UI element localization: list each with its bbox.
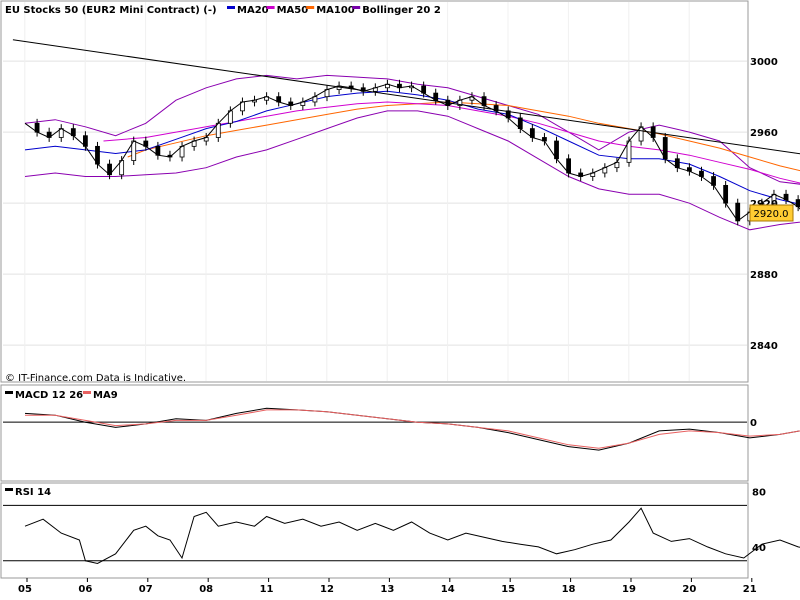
- legend-label-0: MACD 12 26: [15, 390, 83, 401]
- x-tick-6: 13: [380, 584, 394, 595]
- price-legend: MA20 MA50 MA100 Bollinger 20 2: [227, 5, 441, 16]
- price-panel-frame: [0, 0, 749, 383]
- copyright-note: © IT-Finance.com Data is Indicative.: [5, 373, 186, 384]
- chart-title: EU Stocks 50 (EUR2 Mini Contract) (-): [5, 5, 217, 16]
- x-tick-7: 14: [441, 584, 455, 595]
- x-tick-3: 08: [199, 584, 213, 595]
- price-y-tick-0: 3000: [750, 57, 778, 68]
- x-tick-10: 19: [622, 584, 636, 595]
- legend-swatch-3: [352, 6, 361, 9]
- x-tick-5: 12: [320, 584, 334, 595]
- legend-swatch-0: [5, 391, 13, 394]
- legend-swatch-1: [83, 391, 91, 394]
- x-tick-11: 20: [682, 584, 696, 595]
- rsi-y-tick-1: 40: [752, 543, 766, 554]
- legend-swatch-1: [266, 6, 275, 9]
- last-price-label: 2920.0: [754, 209, 789, 220]
- x-tick-2: 07: [139, 584, 153, 595]
- x-tick-9: 18: [562, 584, 576, 595]
- rsi-y-tick-0: 80: [752, 488, 766, 499]
- legend-label-1: MA9: [93, 390, 118, 401]
- macd-y-tick-0: 0: [750, 418, 757, 429]
- rsi-panel-frame: [0, 482, 749, 579]
- legend-label-0: MA20: [237, 5, 269, 16]
- x-tick-4: 11: [260, 584, 274, 595]
- legend-label-1: MA50: [277, 5, 309, 16]
- legend-label-3: Bollinger 20 2: [362, 5, 441, 16]
- price-y-tick-1: 2960: [750, 128, 778, 139]
- price-y-tick-3: 2880: [750, 270, 778, 281]
- chart: 3000296029202880284008040050607081112131…: [0, 0, 800, 595]
- legend-label-0: RSI 14: [15, 487, 51, 498]
- x-tick-1: 06: [78, 584, 92, 595]
- legend-label-2: MA100: [316, 5, 355, 16]
- legend-swatch-0: [5, 488, 13, 491]
- price-y-tick-4: 2840: [750, 341, 778, 352]
- x-tick-8: 15: [501, 584, 515, 595]
- legend-swatch-0: [227, 6, 235, 9]
- legend-swatch-2: [306, 6, 315, 9]
- macd-legend: MACD 12 26 MA9: [5, 390, 118, 401]
- x-tick-12: 21: [743, 584, 757, 595]
- x-tick-0: 05: [18, 584, 32, 595]
